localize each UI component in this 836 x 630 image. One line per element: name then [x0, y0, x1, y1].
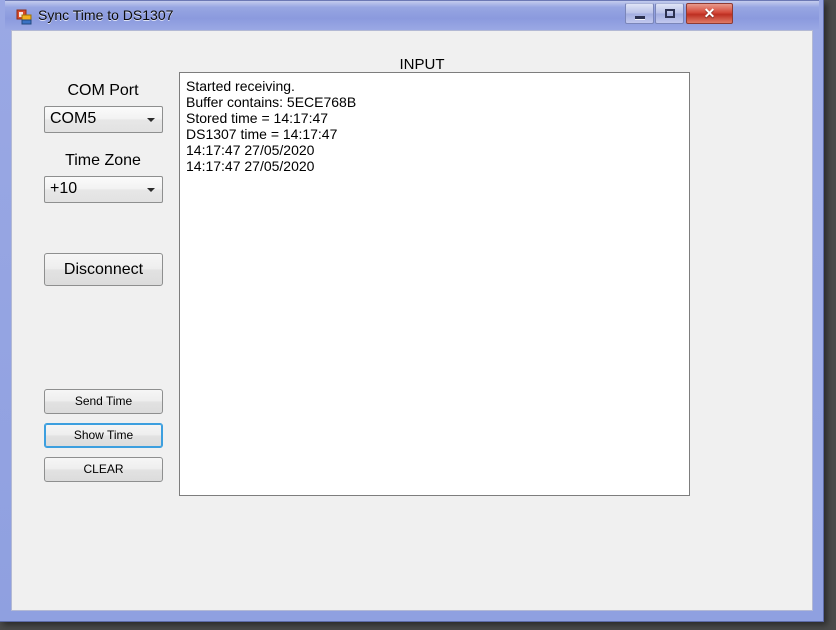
input-log-textbox[interactable]: Started receiving. Buffer contains: 5ECE7…: [179, 72, 690, 496]
log-lines-container: Started receiving. Buffer contains: 5ECE7…: [186, 78, 356, 174]
winforms-app-icon: [16, 9, 32, 25]
title-bar[interactable]: Sync Time to DS1307 ✕: [5, 0, 819, 30]
log-line: 14:17:47 27/05/2020: [186, 158, 315, 174]
time-zone-label: Time Zone: [65, 152, 141, 169]
log-line: Stored time = 14:17:47: [186, 110, 329, 126]
com-port-label: COM Port: [67, 82, 139, 99]
application-window: Sync Time to DS1307 ✕ INPUT COM Port COM…: [0, 0, 824, 622]
log-line: Started receiving.: [186, 78, 295, 94]
com-port-dropdown[interactable]: COM5: [44, 106, 163, 133]
log-line: DS1307 time = 14:17:47: [186, 126, 338, 142]
minimize-icon: [635, 16, 645, 19]
time-zone-value: +10: [50, 180, 78, 197]
disconnect-button[interactable]: Disconnect: [44, 253, 163, 286]
clear-button[interactable]: CLEAR: [44, 457, 163, 482]
show-time-button[interactable]: Show Time: [44, 423, 163, 448]
window-title: Sync Time to DS1307: [38, 7, 174, 23]
window-frame: Sync Time to DS1307 ✕ INPUT COM Port COM…: [5, 0, 819, 617]
time-zone-dropdown[interactable]: +10: [44, 176, 163, 203]
maximize-button[interactable]: [655, 3, 684, 24]
log-line: 14:17:47 27/05/2020: [186, 142, 315, 158]
chevron-down-icon: [147, 118, 155, 122]
close-button[interactable]: ✕: [686, 3, 733, 24]
com-port-value: COM5: [50, 110, 97, 127]
form-client-area: INPUT COM Port COM5 Time Zone +10 Discon…: [11, 30, 813, 611]
send-time-button[interactable]: Send Time: [44, 389, 163, 414]
log-line: Buffer contains: 5ECE768B: [186, 94, 357, 110]
close-icon: ✕: [703, 5, 716, 21]
input-header-label: INPUT: [399, 56, 445, 73]
minimize-button[interactable]: [625, 3, 654, 24]
maximize-icon: [665, 9, 675, 18]
chevron-down-icon: [147, 188, 155, 192]
